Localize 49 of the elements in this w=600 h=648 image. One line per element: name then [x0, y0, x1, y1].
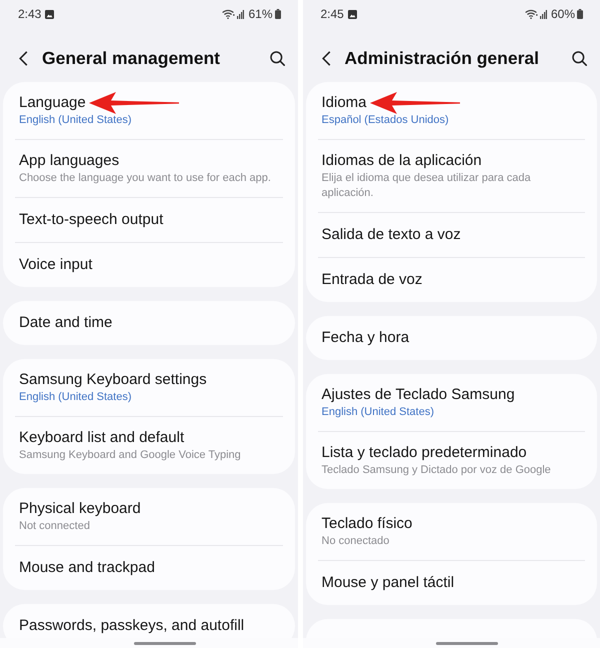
setting-value: English (United States): [322, 405, 434, 420]
setting-title[interactable]: Voice input: [19, 255, 92, 275]
status-time: 2:45: [320, 7, 344, 21]
setting-title[interactable]: Mouse and trackpad: [19, 558, 155, 578]
setting-description: Samsung Keyboard and Google Voice Typing: [19, 448, 241, 463]
setting-title[interactable]: Text-to-speech output: [19, 210, 164, 230]
back-icon[interactable]: [322, 51, 330, 66]
setting-title[interactable]: Idiomas de la aplicación: [322, 151, 482, 171]
setting-value: English (United States): [19, 113, 132, 128]
status-time: 2:43: [18, 7, 42, 21]
image-icon: [45, 10, 54, 18]
setting-title[interactable]: Lista y teclado predeterminado: [322, 443, 527, 463]
setting-value: Español (Estados Unidos): [322, 113, 449, 128]
setting-description: Not connected: [19, 519, 90, 534]
setting-title[interactable]: Passwords, passkeys, and autofill: [19, 616, 244, 636]
setting-description: Choose the language you want to use for each app.: [19, 171, 271, 186]
gesture-bar: [436, 642, 498, 644]
setting-description: Teclado Samsung y Dictado por voz de Google: [322, 463, 551, 478]
screen-title: General management: [42, 48, 220, 69]
setting-title[interactable]: Idioma: [322, 93, 367, 113]
wifi-icon: [524, 9, 538, 19]
setting-title[interactable]: App languages: [19, 151, 120, 171]
signal-icon: [540, 10, 547, 18]
setting-title[interactable]: Physical keyboard: [19, 499, 141, 519]
search-icon[interactable]: [572, 51, 587, 66]
setting-value: English (United States): [19, 390, 132, 405]
setting-title[interactable]: Fecha y hora: [322, 328, 410, 348]
setting-title[interactable]: Samsung Keyboard settings: [19, 370, 207, 390]
setting-title[interactable]: Salida de texto a voz: [322, 225, 461, 245]
setting-title[interactable]: Teclado físico: [322, 514, 412, 534]
battery-icon: [577, 9, 583, 19]
setting-title[interactable]: Ajustes de Teclado Samsung: [322, 385, 515, 405]
setting-description: Elija el idioma que desea utilizar para cada aplicación.: [322, 171, 532, 201]
battery-percentage: 61%: [248, 7, 272, 21]
setting-title[interactable]: Entrada de voz: [322, 270, 422, 290]
back-icon[interactable]: [19, 51, 28, 66]
setting-title[interactable]: Language: [19, 93, 86, 113]
setting-description: No conectado: [322, 534, 390, 549]
setting-title[interactable]: Keyboard list and default: [19, 428, 184, 448]
screen-title: Administración general: [344, 48, 539, 69]
image-icon: [348, 10, 357, 18]
setting-title[interactable]: Date and time: [19, 313, 112, 333]
gesture-bar: [134, 642, 196, 644]
wifi-icon: [222, 9, 236, 19]
search-icon[interactable]: [270, 51, 284, 66]
setting-title[interactable]: Mouse y panel táctil: [322, 573, 454, 593]
signal-icon: [237, 10, 244, 18]
battery-icon: [274, 9, 280, 19]
battery-percentage: 60%: [550, 7, 575, 21]
